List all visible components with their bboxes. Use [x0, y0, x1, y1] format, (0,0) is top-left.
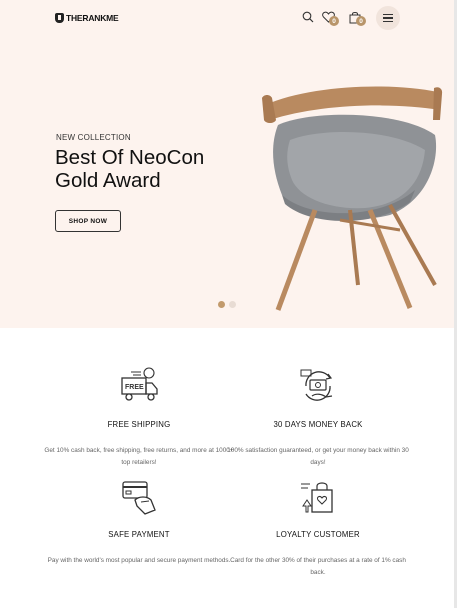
free-delivery-truck-icon: FREE: [121, 367, 158, 401]
feature-description: Get 10% cash back, free shipping, free r…: [44, 447, 234, 466]
hero-title-line: Gold Award: [55, 169, 161, 192]
money-back-icon: [300, 369, 333, 401]
feature-description: 100% satisfaction guaranteed, or get you…: [227, 447, 409, 466]
feature-free-shipping: FREE FREE SHIPPING Get 10% cash back, fr…: [44, 366, 234, 466]
feature-title: 30 DAYS MONEY BACK: [273, 420, 363, 429]
feature-description: Pay with the world's most popular and se…: [47, 557, 231, 564]
wishlist-count-badge: 0: [329, 16, 339, 26]
feature-title: FREE SHIPPING: [107, 420, 171, 429]
shop-now-button[interactable]: SHOP NOW: [55, 210, 121, 232]
feature-title: LOYALTY CUSTOMER: [276, 530, 360, 539]
loyalty-bag-icon: [301, 482, 333, 513]
slider-dot-active[interactable]: [218, 301, 225, 308]
search-button[interactable]: [301, 10, 315, 24]
chair-image: [262, 86, 443, 311]
menu-line: [383, 17, 393, 19]
hero-banner: THERANKME 0 0 NEW COLLECTION Best Of Neo…: [0, 0, 457, 328]
logo[interactable]: THERANKME: [55, 12, 119, 24]
menu-button[interactable]: [376, 6, 400, 30]
site-header: THERANKME 0 0: [0, 0, 457, 36]
logo-text: THERANKME: [66, 13, 119, 23]
hero-title-line: Best Of NeoCon: [55, 146, 205, 169]
feature-safe-payment: SAFE PAYMENT Pay with the world's most p…: [44, 476, 234, 564]
search-icon: [302, 11, 314, 23]
feature-money-back: 30 DAYS MONEY BACK 100% satisfaction gua…: [223, 366, 413, 466]
slider-dots: [218, 301, 236, 308]
menu-line: [383, 13, 393, 15]
feature-loyalty-customer: LOYALTY CUSTOMER Card for the other 30% …: [223, 476, 413, 576]
free-truck-text: FREE: [125, 384, 144, 391]
hero-eyebrow: NEW COLLECTION: [56, 133, 131, 142]
feature-title: SAFE PAYMENT: [108, 530, 170, 539]
card-payment-icon: [122, 481, 156, 515]
feature-description: Card for the other 30% of their purchase…: [230, 557, 406, 576]
slider-dot[interactable]: [229, 301, 236, 308]
cart-count-badge: 0: [356, 16, 366, 26]
logo-icon: [55, 13, 64, 23]
menu-line: [383, 21, 393, 23]
hero-title: Best Of NeoCon Gold Award: [55, 146, 255, 192]
